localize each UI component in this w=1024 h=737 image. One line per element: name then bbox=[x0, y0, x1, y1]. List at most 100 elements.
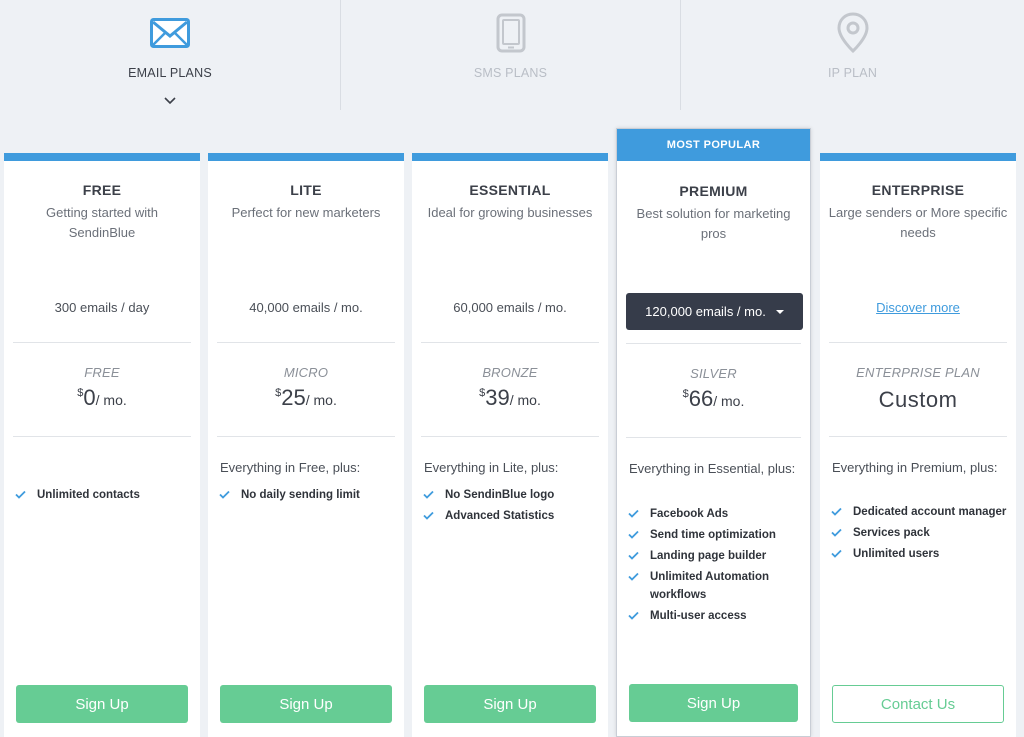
feature-item: Facebook Ads bbox=[628, 505, 802, 523]
plan-price: $66/ mo. bbox=[617, 386, 810, 412]
feature-item: Unlimited contacts bbox=[15, 486, 192, 504]
price-period: / mo. bbox=[305, 392, 337, 408]
divider bbox=[829, 436, 1007, 437]
feature-item: No SendinBlue logo bbox=[423, 486, 600, 504]
includes-text: Everything in Essential, plus: bbox=[629, 461, 796, 476]
plan-card-premium: MOST POPULAR PREMIUM Best solution for m… bbox=[616, 128, 811, 737]
divider bbox=[217, 436, 395, 437]
plan-price: $25/ mo. bbox=[208, 385, 404, 411]
tab-label: EMAIL PLANS bbox=[128, 66, 212, 80]
check-icon bbox=[628, 611, 639, 620]
plan-description: Ideal for growing businesses bbox=[427, 205, 593, 220]
feature-item: Services pack bbox=[831, 524, 1008, 542]
plan-tier: SILVER bbox=[690, 366, 737, 381]
caret-down-icon bbox=[775, 310, 784, 314]
price-amount: 66 bbox=[688, 386, 714, 411]
discover-more-link[interactable]: Discover more bbox=[820, 300, 1016, 315]
plan-volume: 300 emails / day bbox=[54, 300, 150, 315]
plan-price: $39/ mo. bbox=[412, 385, 608, 411]
sign-up-button[interactable]: Sign Up bbox=[629, 684, 798, 722]
plan-price: Custom bbox=[878, 387, 958, 412]
location-pin-icon bbox=[831, 12, 875, 54]
plan-description: Getting started with SendinBlue bbox=[46, 205, 158, 240]
feature-list: Unlimited contacts bbox=[15, 486, 192, 507]
price-currency: $ bbox=[479, 387, 486, 399]
plan-volume: 40,000 emails / mo. bbox=[249, 300, 363, 315]
check-icon bbox=[423, 490, 434, 499]
plan-tier: ENTERPRISE PLAN bbox=[856, 365, 980, 380]
price-period: / mo. bbox=[713, 393, 745, 409]
plan-name: FREE bbox=[82, 182, 122, 198]
price-period: / mo. bbox=[95, 392, 127, 408]
plan-card-free: FREE Getting started with SendinBlue 300… bbox=[4, 153, 200, 737]
includes-text: Everything in Free, plus: bbox=[220, 460, 361, 475]
feature-item: Send time optimization bbox=[628, 526, 802, 544]
sign-up-button[interactable]: Sign Up bbox=[220, 685, 392, 723]
divider bbox=[626, 437, 801, 438]
plan-name: ENTERPRISE bbox=[871, 182, 965, 198]
phone-icon bbox=[489, 12, 533, 54]
divider bbox=[829, 342, 1007, 343]
tab-email-plans[interactable]: EMAIL PLANS bbox=[0, 0, 340, 110]
feature-list: Dedicated account manager Services pack … bbox=[831, 503, 1008, 566]
plan-card-lite: LITE Perfect for new marketers 40,000 em… bbox=[208, 153, 404, 737]
plan-price: $0/ mo. bbox=[4, 385, 200, 411]
divider bbox=[13, 342, 191, 343]
plan-name: LITE bbox=[290, 182, 322, 198]
price-currency: $ bbox=[77, 387, 84, 399]
plan-tier: MICRO bbox=[283, 365, 329, 380]
divider bbox=[13, 436, 191, 437]
plan-card-essential: ESSENTIAL Ideal for growing businesses 6… bbox=[412, 153, 608, 737]
divider bbox=[421, 436, 599, 437]
price-amount: 0 bbox=[83, 385, 96, 410]
plan-description: Large senders or More specific needs bbox=[828, 205, 1008, 240]
feature-list: Facebook Ads Send time optimization Land… bbox=[628, 505, 802, 628]
plan-tabs: EMAIL PLANS SMS PLANS IP PLAN bbox=[0, 0, 1024, 110]
contact-us-button[interactable]: Contact Us bbox=[832, 685, 1004, 723]
volume-dropdown-value: 120,000 emails / mo. bbox=[645, 304, 766, 319]
check-icon bbox=[628, 509, 639, 518]
divider bbox=[217, 342, 395, 343]
tab-label: IP PLAN bbox=[827, 66, 878, 80]
envelope-icon bbox=[148, 12, 192, 54]
plan-card-enterprise: ENTERPRISE Large senders or More specifi… bbox=[820, 153, 1016, 737]
check-icon bbox=[628, 530, 639, 539]
check-icon bbox=[15, 490, 26, 499]
price-amount: 39 bbox=[485, 385, 510, 410]
check-icon bbox=[831, 507, 842, 516]
feature-item: Multi-user access bbox=[628, 607, 802, 625]
plan-tier: FREE bbox=[84, 365, 120, 380]
feature-item: Advanced Statistics bbox=[423, 507, 600, 525]
tab-ip-plan[interactable]: IP PLAN bbox=[680, 0, 1024, 110]
includes-text: Everything in Premium, plus: bbox=[832, 460, 998, 475]
includes-text: Everything in Lite, plus: bbox=[424, 460, 559, 475]
feature-list: No SendinBlue logo Advanced Statistics bbox=[423, 486, 600, 528]
plan-name: ESSENTIAL bbox=[469, 182, 551, 198]
sign-up-button[interactable]: Sign Up bbox=[16, 685, 188, 723]
tab-sms-plans[interactable]: SMS PLANS bbox=[340, 0, 680, 110]
price-period: / mo. bbox=[509, 392, 541, 408]
plan-tier: BRONZE bbox=[482, 365, 538, 380]
feature-list: No daily sending limit bbox=[219, 486, 396, 507]
check-icon bbox=[219, 490, 230, 499]
feature-item: Unlimited Automation workflows bbox=[628, 568, 802, 604]
check-icon bbox=[423, 511, 434, 520]
feature-item: Unlimited users bbox=[831, 545, 1008, 563]
feature-item: Landing page builder bbox=[628, 547, 802, 565]
sign-up-button[interactable]: Sign Up bbox=[424, 685, 596, 723]
check-icon bbox=[831, 528, 842, 537]
volume-dropdown[interactable]: 120,000 emails / mo. bbox=[626, 293, 803, 330]
tab-label: SMS PLANS bbox=[473, 66, 548, 80]
feature-item: No daily sending limit bbox=[219, 486, 396, 504]
plan-name: PREMIUM bbox=[679, 183, 748, 199]
check-icon bbox=[831, 549, 842, 558]
feature-item: Dedicated account manager bbox=[831, 503, 1008, 521]
divider bbox=[626, 343, 801, 344]
plan-description: Best solution for marketing pros bbox=[636, 206, 791, 241]
check-icon bbox=[628, 551, 639, 560]
check-icon bbox=[628, 572, 639, 581]
chevron-down-icon bbox=[164, 97, 176, 105]
price-currency: $ bbox=[275, 387, 282, 399]
price-currency: $ bbox=[682, 388, 689, 400]
price-amount: 25 bbox=[281, 385, 306, 410]
